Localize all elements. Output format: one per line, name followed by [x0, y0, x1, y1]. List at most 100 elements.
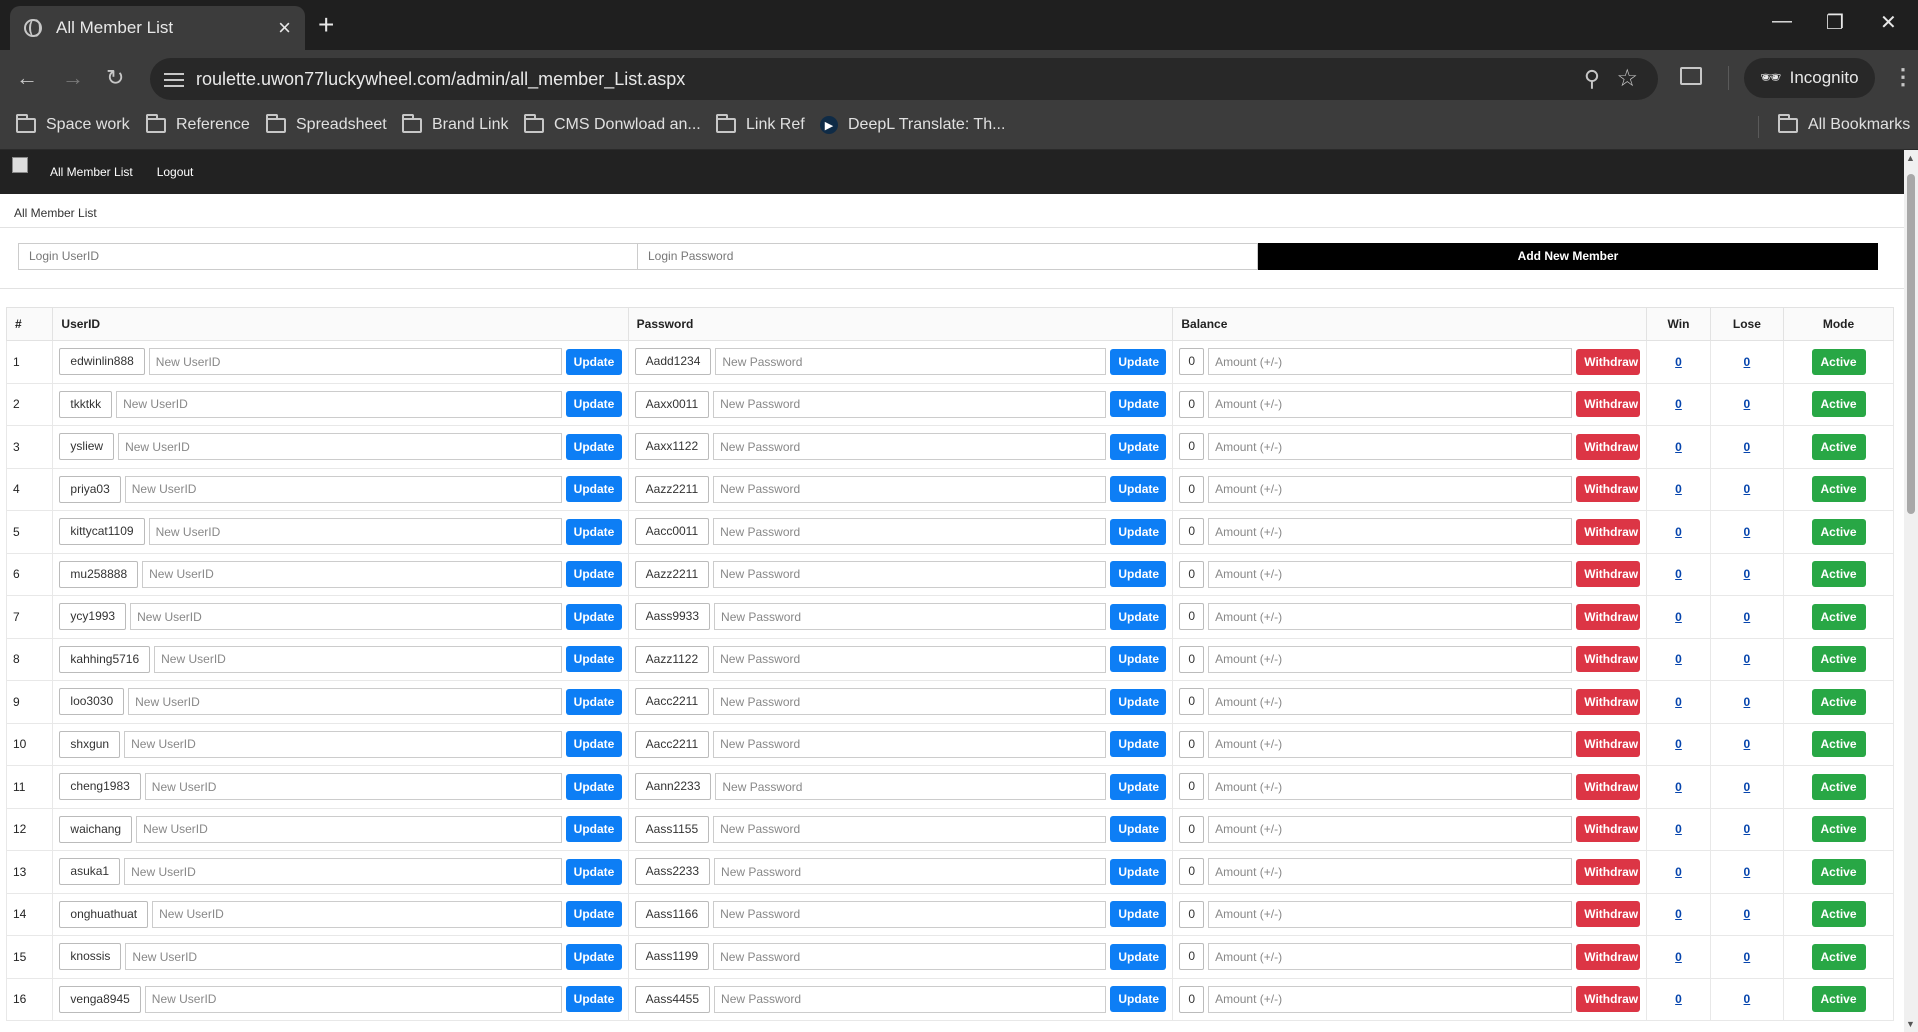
withdraw-button[interactable]: Withdraw	[1576, 943, 1641, 970]
new-password-input[interactable]	[713, 433, 1107, 461]
amount-input[interactable]	[1208, 985, 1573, 1013]
win-link[interactable]: 0	[1675, 780, 1682, 794]
new-userid-input[interactable]	[130, 603, 562, 631]
update-userid-button[interactable]: Update	[565, 348, 622, 375]
update-userid-button[interactable]: Update	[565, 773, 622, 800]
update-userid-button[interactable]: Update	[565, 476, 622, 503]
lose-link[interactable]: 0	[1744, 397, 1751, 411]
withdraw-button[interactable]: Withdraw	[1576, 986, 1641, 1013]
withdraw-button[interactable]: Withdraw	[1576, 561, 1641, 588]
amount-input[interactable]	[1208, 390, 1573, 418]
update-userid-button[interactable]: Update	[565, 816, 622, 843]
withdraw-button[interactable]: Withdraw	[1576, 433, 1641, 460]
withdraw-button[interactable]: Withdraw	[1576, 858, 1641, 885]
bookmark-deepl[interactable]: ▶ DeepL Translate: Th...	[820, 116, 1005, 134]
mode-active-button[interactable]: Active	[1811, 646, 1866, 673]
win-link[interactable]: 0	[1675, 355, 1682, 369]
new-password-input[interactable]	[713, 645, 1107, 673]
restore-icon[interactable]: ❐	[1826, 10, 1844, 35]
mode-active-button[interactable]: Active	[1811, 561, 1866, 588]
update-userid-button[interactable]: Update	[565, 646, 622, 673]
mode-active-button[interactable]: Active	[1811, 901, 1866, 928]
win-link[interactable]: 0	[1675, 950, 1682, 964]
update-userid-button[interactable]: Update	[565, 561, 622, 588]
update-password-button[interactable]: Update	[1110, 518, 1167, 545]
new-password-input[interactable]	[713, 475, 1107, 503]
nav-all-member-list[interactable]: All Member List	[50, 165, 133, 179]
update-password-button[interactable]: Update	[1110, 773, 1167, 800]
new-userid-input[interactable]	[124, 858, 562, 886]
new-userid-input[interactable]	[148, 518, 562, 546]
url-text[interactable]: roulette.uwon77luckywheel.com/admin/all_…	[196, 69, 685, 90]
lose-link[interactable]: 0	[1744, 652, 1751, 666]
new-userid-input[interactable]	[148, 348, 562, 376]
zoom-icon[interactable]: ⚲	[1584, 66, 1600, 92]
update-userid-button[interactable]: Update	[565, 688, 622, 715]
update-password-button[interactable]: Update	[1110, 561, 1167, 588]
scroll-down-icon[interactable]: ▼	[1906, 1019, 1915, 1029]
bookmark-star-icon[interactable]: ☆	[1616, 64, 1638, 93]
scrollbar-thumb[interactable]	[1907, 174, 1915, 514]
mode-active-button[interactable]: Active	[1811, 391, 1866, 418]
withdraw-button[interactable]: Withdraw	[1576, 391, 1641, 418]
lose-link[interactable]: 0	[1744, 950, 1751, 964]
update-password-button[interactable]: Update	[1110, 391, 1167, 418]
mode-active-button[interactable]: Active	[1811, 858, 1866, 885]
new-userid-input[interactable]	[152, 900, 562, 928]
lose-link[interactable]: 0	[1744, 695, 1751, 709]
update-userid-button[interactable]: Update	[565, 433, 622, 460]
lose-link[interactable]: 0	[1744, 355, 1751, 369]
lose-link[interactable]: 0	[1744, 822, 1751, 836]
new-userid-input[interactable]	[116, 390, 562, 418]
new-userid-input[interactable]	[124, 730, 562, 758]
bookmark-space-work[interactable]: Space work	[16, 113, 130, 134]
new-userid-input[interactable]	[118, 433, 562, 461]
withdraw-button[interactable]: Withdraw	[1576, 688, 1641, 715]
bookmark-brand-link[interactable]: Brand Link	[402, 113, 509, 134]
close-tab-icon[interactable]: ×	[278, 17, 291, 39]
new-password-input[interactable]	[714, 603, 1107, 631]
amount-input[interactable]	[1208, 475, 1573, 503]
win-link[interactable]: 0	[1675, 737, 1682, 751]
mode-active-button[interactable]: Active	[1811, 348, 1866, 375]
new-userid-input[interactable]	[125, 943, 562, 971]
bookmark-reference[interactable]: Reference	[146, 113, 250, 134]
withdraw-button[interactable]: Withdraw	[1576, 518, 1641, 545]
new-userid-input[interactable]	[142, 560, 562, 588]
withdraw-button[interactable]: Withdraw	[1576, 646, 1641, 673]
lose-link[interactable]: 0	[1744, 780, 1751, 794]
scroll-up-icon[interactable]: ▲	[1906, 153, 1915, 163]
update-password-button[interactable]: Update	[1110, 688, 1167, 715]
update-userid-button[interactable]: Update	[565, 731, 622, 758]
new-password-input[interactable]	[713, 560, 1107, 588]
lose-link[interactable]: 0	[1744, 610, 1751, 624]
mode-active-button[interactable]: Active	[1811, 773, 1866, 800]
amount-input[interactable]	[1208, 603, 1573, 631]
new-userid-input[interactable]	[124, 475, 562, 503]
all-bookmarks[interactable]: All Bookmarks	[1778, 113, 1910, 134]
lose-link[interactable]: 0	[1744, 737, 1751, 751]
lose-link[interactable]: 0	[1744, 907, 1751, 921]
minimize-icon[interactable]: —	[1772, 10, 1792, 33]
menu-icon[interactable]: ⋮	[1892, 64, 1914, 90]
update-password-button[interactable]: Update	[1110, 943, 1167, 970]
update-password-button[interactable]: Update	[1110, 603, 1167, 630]
new-password-input[interactable]	[713, 518, 1107, 546]
update-userid-button[interactable]: Update	[565, 943, 622, 970]
win-link[interactable]: 0	[1675, 440, 1682, 454]
withdraw-button[interactable]: Withdraw	[1576, 773, 1641, 800]
site-info-icon[interactable]	[164, 69, 184, 89]
forward-icon[interactable]: →	[62, 66, 84, 90]
lose-link[interactable]: 0	[1744, 567, 1751, 581]
amount-input[interactable]	[1208, 688, 1573, 716]
mode-active-button[interactable]: Active	[1811, 603, 1866, 630]
win-link[interactable]: 0	[1675, 822, 1682, 836]
update-userid-button[interactable]: Update	[565, 986, 622, 1013]
page-scrollbar[interactable]: ▲ ▼	[1904, 150, 1918, 1032]
update-password-button[interactable]: Update	[1110, 901, 1167, 928]
new-tab-button[interactable]: +	[318, 10, 334, 40]
new-password-input[interactable]	[713, 730, 1107, 758]
amount-input[interactable]	[1208, 943, 1573, 971]
amount-input[interactable]	[1208, 348, 1573, 376]
update-password-button[interactable]: Update	[1110, 731, 1167, 758]
